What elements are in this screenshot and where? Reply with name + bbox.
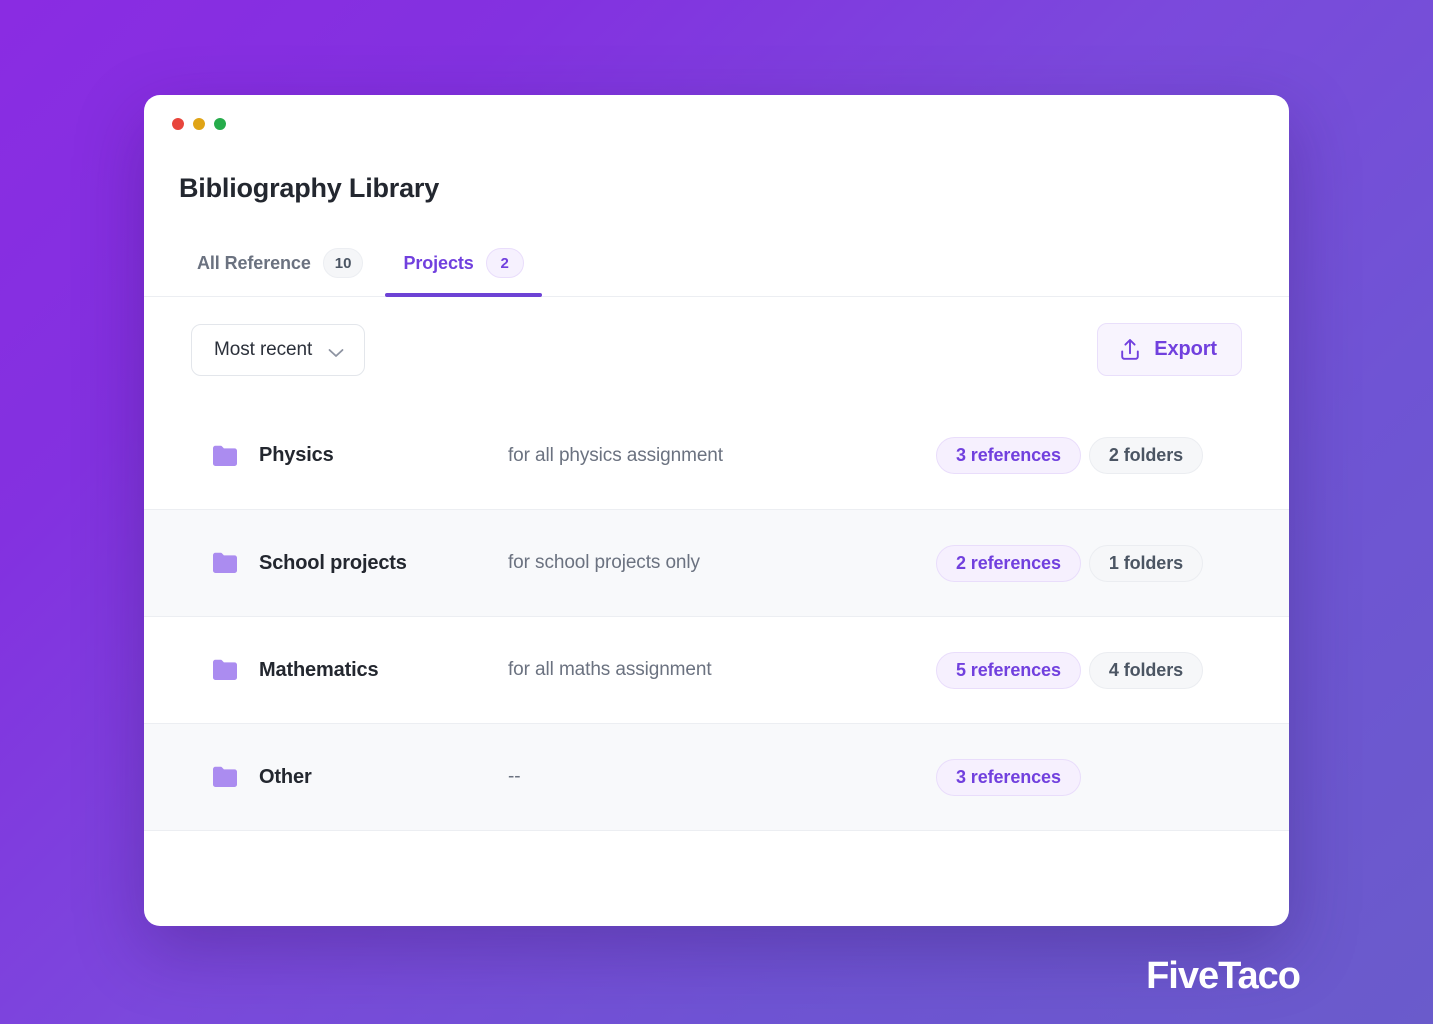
project-name: Other [259,765,312,788]
table-row[interactable]: School projects for school projects only… [144,509,1289,616]
tab-projects[interactable]: Projects 2 [383,248,543,297]
traffic-lights [172,118,226,130]
project-description: for school projects only [508,552,700,573]
upload-icon [1119,338,1141,361]
title-bar [144,95,1289,153]
app-window: Bibliography Library All Reference 10 Pr… [144,95,1289,926]
project-stats: 2 references 1 folders [922,544,1242,582]
table-row[interactable]: Physics for all physics assignment 3 ref… [144,402,1289,509]
export-button[interactable]: Export [1097,323,1242,376]
maximize-window-button[interactable] [214,118,226,130]
project-name: School projects [259,551,407,574]
folder-icon [211,658,239,682]
projects-list: Physics for all physics assignment 3 ref… [144,402,1289,830]
page-title: Bibliography Library [179,173,440,203]
folders-badge: 1 folders [1088,544,1204,582]
tab-all-reference-label: All Reference [197,252,311,273]
folder-icon [211,444,239,468]
table-row[interactable]: Other -- 3 references [144,723,1289,830]
minimize-window-button[interactable] [193,118,205,130]
project-name-cell: Physics [144,444,484,468]
references-badge: 3 references [936,758,1081,796]
tab-bar: All Reference 10 Projects 2 [144,248,1289,297]
references-badge: 3 references [936,437,1081,474]
tab-all-reference[interactable]: All Reference 10 [177,248,383,296]
tab-projects-badge: 2 [485,248,524,278]
project-name-cell: Other [144,765,484,789]
project-description: -- [508,766,521,787]
project-description: for all maths assignment [508,659,712,680]
table-row[interactable]: Mathematics for all maths assignment 5 r… [144,616,1289,723]
sort-dropdown-value: Most recent [214,338,313,360]
folder-icon [211,765,239,789]
sort-dropdown[interactable]: Most recent [191,323,366,376]
project-stats: 5 references 4 folders [922,651,1242,689]
list-toolbar: Most recent Export [144,297,1289,402]
project-name-cell: Mathematics [144,658,484,682]
folders-badge: 4 folders [1088,651,1204,689]
active-tab-indicator [385,293,542,297]
brand-logo: FiveTaco [1146,955,1301,997]
folders-badge: 2 folders [1088,437,1204,474]
list-bottom-divider [144,830,1289,831]
chevron-down-icon [328,345,344,357]
tab-projects-label: Projects [403,252,474,273]
references-badge: 5 references [936,651,1081,689]
close-window-button[interactable] [172,118,184,130]
project-name: Physics [259,444,334,466]
project-name-cell: School projects [144,551,484,575]
references-badge: 2 references [936,544,1081,582]
project-stats: 3 references 2 folders [922,437,1242,474]
tab-all-reference-badge: 10 [322,248,364,278]
project-description: for all physics assignment [508,444,723,466]
folder-icon [211,551,239,575]
export-button-label: Export [1154,338,1217,360]
project-stats: 3 references [922,758,1242,796]
project-name: Mathematics [259,658,379,681]
